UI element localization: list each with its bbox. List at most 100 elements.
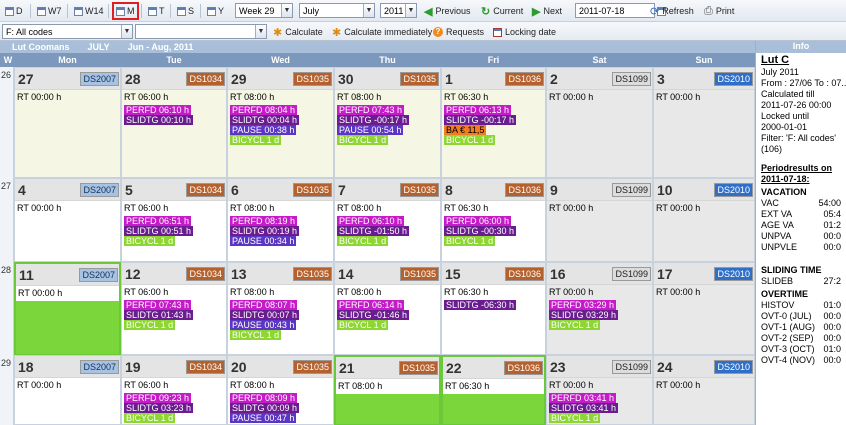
day-cell[interactable]: 10 DS2010 RT 00:00 h bbox=[653, 178, 755, 262]
print-button[interactable]: ⎙ Print bbox=[704, 3, 734, 19]
slidtg-tag[interactable]: SLIDTG -00:30 h bbox=[444, 226, 517, 236]
slidtg-tag[interactable]: SLIDTG 00:10 h bbox=[124, 115, 194, 125]
perfd-tag[interactable]: PERFD 06:51 h bbox=[124, 216, 192, 226]
view-semester-button[interactable]: S bbox=[175, 3, 196, 19]
bicycl-tag[interactable]: BICYCL 1 d bbox=[337, 320, 389, 330]
bicycl-tag[interactable]: BICYCL 1 d bbox=[337, 236, 389, 246]
slidtg-tag[interactable]: SLIDTG 00:07 h bbox=[230, 310, 300, 320]
schedule-code-badge[interactable]: DS1035 bbox=[400, 183, 439, 197]
schedule-code-badge[interactable]: DS2007 bbox=[80, 72, 119, 86]
schedule-code-badge[interactable]: DS2010 bbox=[714, 72, 753, 86]
view-year-button[interactable]: Y bbox=[205, 3, 226, 19]
day-cell[interactable]: 23 DS1099 RT 00:00 h PERFD 03:41 h SLIDTG 03… bbox=[546, 355, 653, 425]
current-button[interactable]: ↻ Current bbox=[481, 3, 523, 19]
day-cell[interactable]: 16 DS1099 RT 00:00 h PERFD 03:29 h SLIDTG 03… bbox=[546, 262, 653, 355]
schedule-code-badge[interactable]: DS1099 bbox=[612, 72, 651, 86]
slidtg-tag[interactable]: SLIDTG 00:04 h bbox=[230, 115, 300, 125]
schedule-code-badge[interactable]: DS1035 bbox=[293, 267, 332, 281]
ba-tag[interactable]: BA € 11,5 bbox=[444, 125, 487, 135]
filter-select[interactable]: F: All codes ▼ bbox=[2, 24, 133, 39]
day-cell[interactable]: 2 DS1099 RT 00:00 h bbox=[546, 67, 653, 178]
locking-date-button[interactable]: Locking date bbox=[493, 24, 556, 40]
schedule-code-badge[interactable]: DS1036 bbox=[505, 183, 544, 197]
schedule-code-badge[interactable]: DS1035 bbox=[293, 360, 332, 374]
day-cell[interactable]: 19 DS1034 RT 06:00 h PERFD 09:23 h SLIDTG 03… bbox=[121, 355, 227, 425]
bicycl-tag[interactable]: BICYCL 1 d bbox=[124, 236, 176, 246]
day-cell[interactable]: 3 DS2010 RT 00:00 h bbox=[653, 67, 755, 178]
pause-tag[interactable]: PAUSE 00:47 h bbox=[230, 413, 297, 423]
previous-button[interactable]: ◀ Previous bbox=[424, 3, 470, 19]
view-week7-button[interactable]: W7 bbox=[35, 3, 64, 19]
pause-tag[interactable]: PAUSE 00:43 h bbox=[230, 320, 297, 330]
month-select[interactable]: July ▼ bbox=[299, 3, 375, 18]
bicycl-tag[interactable]: BICYCL 1 d bbox=[230, 330, 282, 340]
view-day-button[interactable]: D bbox=[3, 3, 25, 19]
secondary-select[interactable]: ▼ bbox=[135, 24, 267, 39]
slidtg-tag[interactable]: SLIDTG -01:50 h bbox=[337, 226, 410, 236]
schedule-code-badge[interactable]: DS1035 bbox=[293, 72, 332, 86]
slidtg-tag[interactable]: SLIDTG 03:41 h bbox=[549, 403, 619, 413]
info-name[interactable]: Lut C bbox=[761, 55, 841, 66]
day-cell[interactable]: 24 DS2010 RT 00:00 h bbox=[653, 355, 755, 425]
slidtg-tag[interactable]: SLIDTG -06:30 h bbox=[444, 300, 517, 310]
week-select[interactable]: Week 29 ▼ bbox=[235, 3, 293, 18]
schedule-code-badge[interactable]: DS1099 bbox=[612, 183, 651, 197]
schedule-code-badge[interactable]: DS1035 bbox=[399, 361, 438, 375]
schedule-code-badge[interactable]: DS1036 bbox=[504, 361, 543, 375]
bicycl-tag[interactable]: BICYCL 1 d bbox=[230, 135, 282, 145]
bicycl-tag[interactable]: BICYCL 1 d bbox=[549, 413, 601, 423]
schedule-code-badge[interactable]: DS1034 bbox=[186, 183, 225, 197]
perfd-tag[interactable]: PERFD 06:13 h bbox=[444, 105, 512, 115]
bicycl-tag[interactable]: BICYCL 1 d bbox=[444, 236, 496, 246]
slidtg-tag[interactable]: SLIDTG 03:23 h bbox=[124, 403, 194, 413]
next-button[interactable]: ▶ Next bbox=[532, 3, 562, 19]
calculate-immediately-button[interactable]: ✱ Calculate immediately bbox=[332, 24, 432, 40]
bicycl-tag[interactable]: BICYCL 1 d bbox=[549, 320, 601, 330]
day-cell[interactable]: 17 DS2010 RT 00:00 h bbox=[653, 262, 755, 355]
schedule-code-badge[interactable]: DS2010 bbox=[714, 267, 753, 281]
slidtg-tag[interactable]: SLIDTG 01:43 h bbox=[124, 310, 194, 320]
slidtg-tag[interactable]: SLIDTG -00:17 h bbox=[444, 115, 517, 125]
year-select[interactable]: 2011 ▼ bbox=[380, 3, 417, 18]
requests-button[interactable]: ? Requests bbox=[433, 24, 484, 40]
perfd-tag[interactable]: PERFD 07:43 h bbox=[124, 300, 192, 310]
refresh-button[interactable]: ⟳ Refresh bbox=[650, 3, 694, 19]
day-cell[interactable]: 13 DS1035 RT 08:00 h PERFD 08:07 h SLIDTG 00… bbox=[227, 262, 334, 355]
schedule-code-badge[interactable]: DS1035 bbox=[293, 183, 332, 197]
schedule-code-badge[interactable]: DS1034 bbox=[186, 360, 225, 374]
bicycl-tag[interactable]: BICYCL 1 d bbox=[337, 135, 389, 145]
slidtg-tag[interactable]: SLIDTG 00:51 h bbox=[124, 226, 194, 236]
perfd-tag[interactable]: PERFD 03:29 h bbox=[549, 300, 617, 310]
view-week14-button[interactable]: W14 bbox=[72, 3, 106, 19]
day-cell[interactable]: 14 DS1035 RT 08:00 h PERFD 06:14 h SLIDTG -0… bbox=[334, 262, 441, 355]
day-cell[interactable]: 20 DS1035 RT 08:00 h PERFD 08:09 h SLIDTG 00… bbox=[227, 355, 334, 425]
perfd-tag[interactable]: PERFD 08:04 h bbox=[230, 105, 298, 115]
schedule-code-badge[interactable]: DS1036 bbox=[505, 72, 544, 86]
slidtg-tag[interactable]: SLIDTG 00:19 h bbox=[230, 226, 300, 236]
perfd-tag[interactable]: PERFD 08:09 h bbox=[230, 393, 298, 403]
day-cell[interactable]: 5 DS1034 RT 06:00 h PERFD 06:51 h SLIDTG 00:… bbox=[121, 178, 227, 262]
pause-tag[interactable]: PAUSE 00:54 h bbox=[337, 125, 404, 135]
schedule-code-badge[interactable]: DS2010 bbox=[714, 183, 753, 197]
schedule-code-badge[interactable]: DS2007 bbox=[80, 360, 119, 374]
perfd-tag[interactable]: PERFD 03:41 h bbox=[549, 393, 617, 403]
schedule-code-badge[interactable]: DS1034 bbox=[186, 267, 225, 281]
day-cell[interactable]: 12 DS1034 RT 06:00 h PERFD 07:43 h SLIDTG 01… bbox=[121, 262, 227, 355]
perfd-tag[interactable]: PERFD 07:43 h bbox=[337, 105, 405, 115]
schedule-code-badge[interactable]: DS1099 bbox=[612, 360, 651, 374]
perfd-tag[interactable]: PERFD 06:00 h bbox=[444, 216, 512, 226]
perfd-tag[interactable]: PERFD 08:19 h bbox=[230, 216, 298, 226]
date-input[interactable]: 2011-07-18 bbox=[575, 3, 655, 18]
day-cell[interactable]: 1 DS1036 RT 06:30 h PERFD 06:13 h SLIDTG -00… bbox=[441, 67, 546, 178]
perfd-tag[interactable]: PERFD 06:10 h bbox=[337, 216, 405, 226]
day-cell[interactable]: 28 DS1034 RT 06:00 h PERFD 06:10 h SLIDTG 00… bbox=[121, 67, 227, 178]
pause-tag[interactable]: PAUSE 00:38 h bbox=[230, 125, 297, 135]
day-cell[interactable]: 18 DS2007 RT 00:00 h bbox=[14, 355, 121, 425]
day-cell[interactable]: 15 DS1036 RT 06:30 h SLIDTG -06:30 h bbox=[441, 262, 546, 355]
day-cell[interactable]: 30 DS1035 RT 08:00 h PERFD 07:43 h SLIDTG -0… bbox=[334, 67, 441, 178]
day-cell[interactable]: 22 DS1036 RT 06:30 h bbox=[441, 355, 546, 425]
day-cell[interactable]: 9 DS1099 RT 00:00 h bbox=[546, 178, 653, 262]
view-month-button[interactable]: M bbox=[112, 2, 139, 20]
perfd-tag[interactable]: PERFD 06:14 h bbox=[337, 300, 405, 310]
day-cell[interactable]: 7 DS1035 RT 08:00 h PERFD 06:10 h SLIDTG -01… bbox=[334, 178, 441, 262]
